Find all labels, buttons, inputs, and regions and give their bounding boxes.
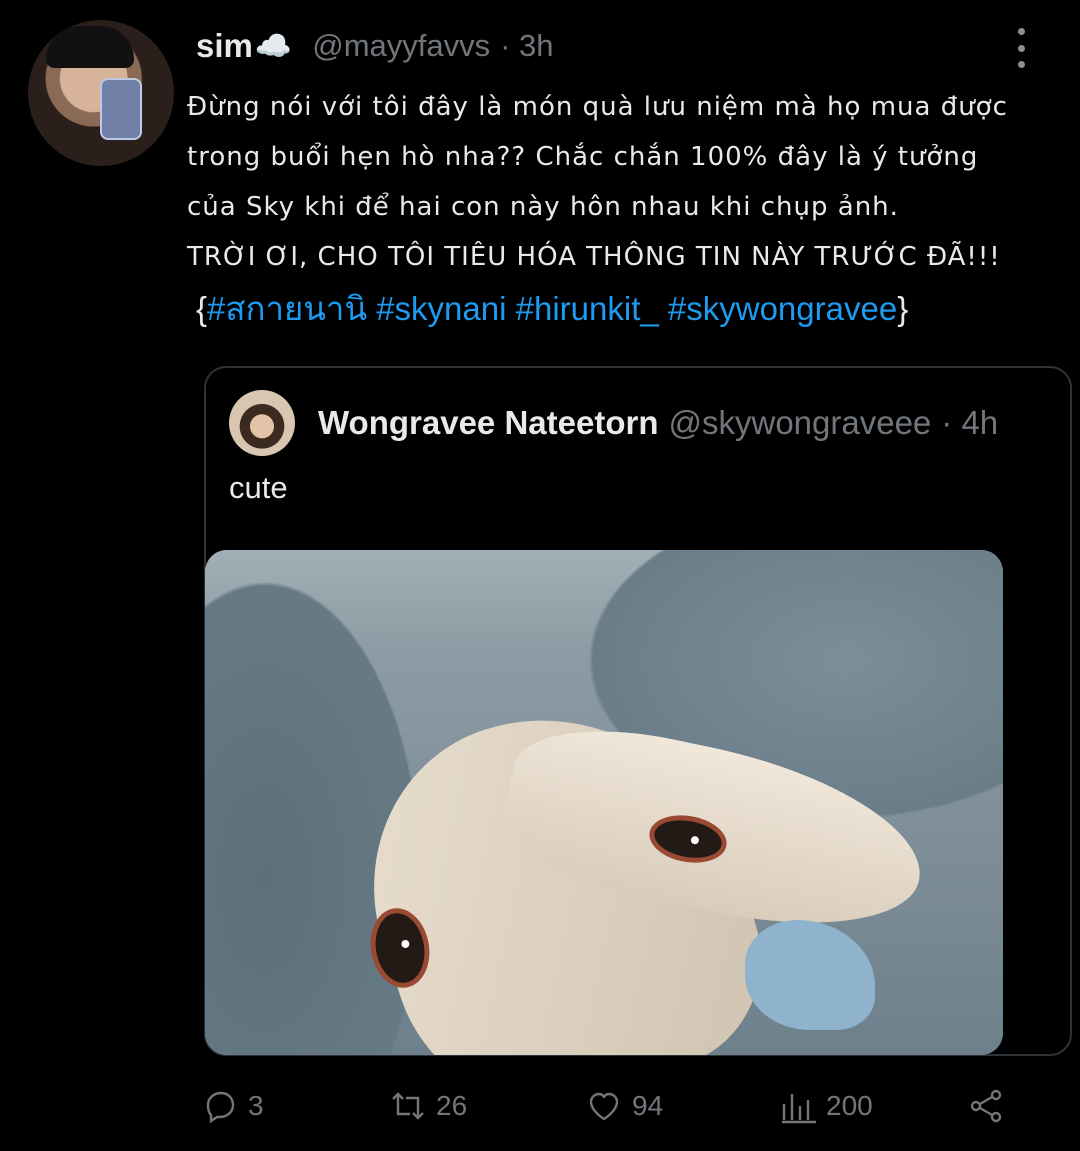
- avatar-phone: [100, 78, 142, 140]
- brace-close: }: [897, 290, 909, 327]
- like-count: 94: [632, 1090, 664, 1121]
- tweet-header: sim ☁️ @mayyfavvs · 3h: [196, 26, 554, 66]
- tweet-line: TRỜI ƠI, CHO TÔI TIÊU HÓA THÔNG TIN NÀY …: [187, 242, 1001, 272]
- quoted-tweet-photo[interactable]: [205, 550, 1003, 1055]
- quoted-tweet-text: cute: [229, 470, 288, 505]
- quoted-tweet-header: Wongravee Nateetorn @skywongraveee · 4h: [318, 400, 998, 446]
- author-display-name[interactable]: sim: [196, 27, 253, 65]
- more-vertical-icon[interactable]: [1010, 28, 1032, 68]
- views-icon: [782, 1094, 816, 1124]
- cloud-emoji-icon: ☁️: [254, 29, 293, 63]
- tweet-actions-bar: 3 26 94 200: [0, 1078, 1080, 1134]
- heart-icon: [589, 1092, 619, 1121]
- retweet-icon: [392, 1092, 424, 1120]
- hashtag-link[interactable]: #skynani: [376, 290, 506, 327]
- hashtag-link[interactable]: #hirunkit_: [516, 290, 659, 327]
- brace-open: {: [196, 290, 208, 327]
- hashtag-list: {#สกายนานิ #skynani #hirunkit_ #skywongr…: [196, 284, 908, 334]
- tweet-body: Đừng nói với tôi đây là món quà lưu niệm…: [187, 82, 1072, 282]
- author-handle[interactable]: @mayyfavvs: [312, 28, 490, 64]
- quoted-handle[interactable]: @skywongraveee: [668, 404, 931, 442]
- views-count: 200: [826, 1090, 873, 1121]
- hashtag-link[interactable]: #สกายนานิ: [207, 290, 367, 327]
- tweet-line: trong buổi hẹn hò nha?? Chắc chắn 100% đ…: [187, 142, 979, 172]
- author-avatar[interactable]: [28, 20, 174, 166]
- tweet-timestamp[interactable]: · 3h: [500, 28, 553, 64]
- hashtag-link[interactable]: #skywongravee: [668, 290, 897, 327]
- retweet-button[interactable]: 26: [388, 1078, 467, 1134]
- tweet-line: Đừng nói với tôi đây là món quà lưu niệm…: [187, 92, 1008, 122]
- tweet-line: của Sky khi để hai con này hôn nhau khi …: [187, 192, 899, 222]
- reply-icon: [206, 1091, 235, 1124]
- retweet-count: 26: [436, 1090, 468, 1121]
- quoted-timestamp[interactable]: · 4h: [941, 404, 998, 442]
- like-button[interactable]: 94: [584, 1078, 663, 1134]
- reply-button[interactable]: 3: [200, 1078, 264, 1134]
- share-button[interactable]: [966, 1078, 1006, 1134]
- avatar-hair: [46, 26, 134, 68]
- quoted-author-avatar[interactable]: [229, 390, 295, 456]
- reply-count: 3: [248, 1090, 264, 1121]
- share-icon: [970, 1089, 1002, 1123]
- views-button[interactable]: 200: [778, 1078, 873, 1134]
- quoted-display-name[interactable]: Wongravee Nateetorn: [318, 404, 658, 442]
